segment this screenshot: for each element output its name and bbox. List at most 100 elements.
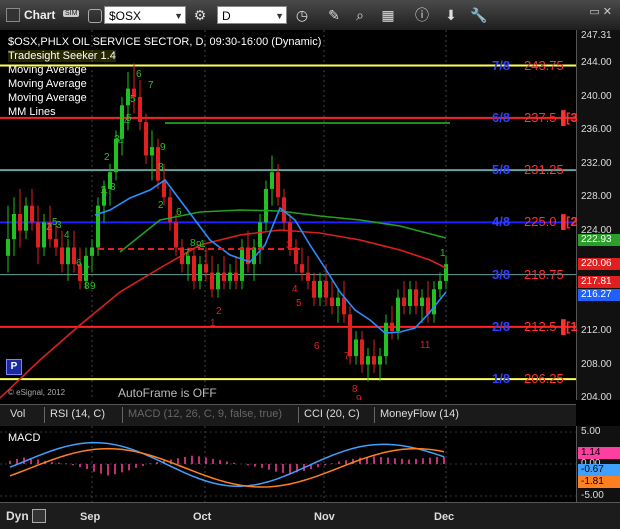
candle-body xyxy=(384,322,388,357)
price-badge: 216.27 xyxy=(578,289,620,302)
seeker-count-red: 3 xyxy=(286,240,292,251)
mm-suffix: [3 xyxy=(566,109,578,125)
candle-body xyxy=(324,280,328,298)
seeker-count-red: 1 xyxy=(210,318,216,329)
down-arrow-icon[interactable]: ⬇ xyxy=(443,7,459,23)
mm-value: 225.0▐ xyxy=(524,214,566,230)
candle-body xyxy=(390,322,394,332)
candle-body xyxy=(342,297,346,315)
copyright-text: © eSignal, 2012 xyxy=(8,388,66,397)
info-icon[interactable]: ⓘ xyxy=(414,7,430,23)
macd-label: MACD xyxy=(8,432,41,444)
time-axis-bar: Dyn Sep Oct Nov Dec xyxy=(0,502,620,529)
clock-icon[interactable]: ◷ xyxy=(294,7,310,23)
dyn-label[interactable]: Dyn xyxy=(6,509,29,523)
seeker-count-green: 7 xyxy=(84,265,90,276)
macd-panel[interactable] xyxy=(0,426,576,502)
sim-badge: SIM xyxy=(63,10,80,17)
seeker-count-green: 6 xyxy=(136,69,142,80)
p-marker: P xyxy=(6,359,22,375)
study-tab-bar: Vol RSI (14, C) MACD (12, 26, C, 9, false,… xyxy=(0,404,576,427)
tab-cci[interactable]: CCI (20, C) xyxy=(304,408,360,420)
chevron-down-icon[interactable]: ▼ xyxy=(174,7,183,25)
candle-body xyxy=(348,314,352,357)
seeker-count-green: 4 xyxy=(124,116,130,127)
draw-icon[interactable]: ✎ xyxy=(326,7,342,23)
study-label: Moving Average xyxy=(8,78,87,90)
mm-value: 243.75 xyxy=(524,57,564,73)
price-tick: 240.00 xyxy=(581,90,612,102)
candle-body xyxy=(264,188,268,223)
macd-chart[interactable] xyxy=(0,426,576,502)
candle-body xyxy=(60,247,64,265)
chart-toolbar: Chart SIM $OSX ▼ ⚙ D ▼ ◷ ✎ ⌕ ▦ ⓘ ⬇ 🔧 ▭ ✕ xyxy=(0,0,620,31)
mm-suffix: [2 xyxy=(566,214,578,230)
candle-body xyxy=(198,264,202,281)
candle-body xyxy=(18,214,22,231)
symbol-input[interactable]: $OSX ▼ xyxy=(104,6,186,24)
macd-signal-line xyxy=(9,447,445,488)
macd-tick: 5.00 xyxy=(581,426,601,437)
mm-label: 1/8 xyxy=(492,371,511,387)
window-controls: ▭ ✕ xyxy=(589,6,612,18)
tab-moneyflow[interactable]: MoneyFlow (14) xyxy=(380,408,459,420)
study-label: Tradesight Seeker 1.4 xyxy=(8,50,116,62)
chevron-down-icon[interactable]: ▼ xyxy=(275,7,284,25)
candle-body xyxy=(210,272,214,290)
mm-label: 4/8 xyxy=(492,214,511,230)
time-axis-label: Sep xyxy=(80,511,101,523)
tab-divider xyxy=(298,407,299,423)
seeker-count-green: 6 xyxy=(176,207,182,218)
grid-icon[interactable]: ▦ xyxy=(380,7,396,23)
candle-body xyxy=(222,272,226,281)
magnet-icon[interactable] xyxy=(32,509,46,523)
candle-body xyxy=(228,272,232,281)
candle-body xyxy=(66,247,70,265)
study-label: Moving Average xyxy=(8,92,87,104)
mm-label: 6/8 xyxy=(492,109,511,125)
study-label: MM Lines xyxy=(8,106,56,118)
moving-average-blue xyxy=(94,178,447,334)
mm-value: 212.5▐ xyxy=(524,318,566,334)
settings-icon[interactable]: ⚙ xyxy=(192,7,208,23)
candle-body xyxy=(24,205,28,231)
tab-vol[interactable]: Vol xyxy=(10,408,25,420)
interval-input[interactable]: D ▼ xyxy=(217,6,287,24)
candle-body xyxy=(174,222,178,248)
candle-body xyxy=(408,289,412,306)
mm-value: 206.25 xyxy=(524,371,564,387)
candle-body xyxy=(204,264,208,273)
tab-divider xyxy=(44,407,45,423)
candle-body xyxy=(420,297,424,306)
candle-body xyxy=(414,289,418,306)
wrench-icon[interactable]: 🔧 xyxy=(470,7,487,23)
zoom-icon[interactable]: ⌕ xyxy=(352,7,368,23)
candle-body xyxy=(150,147,154,156)
tab-macd[interactable]: MACD (12, 26, C, 9, false, true) xyxy=(128,408,282,420)
seeker-count-green: 4 xyxy=(64,230,70,241)
candle-body xyxy=(318,280,322,298)
seeker-count-green: 5 xyxy=(52,217,58,228)
link-icon[interactable] xyxy=(88,9,102,23)
mm-label: 7/8 xyxy=(492,57,511,73)
candle-body xyxy=(276,172,280,198)
seeker-count-red: 5 xyxy=(296,298,302,309)
candle-body xyxy=(240,247,244,281)
tab-rsi[interactable]: RSI (14, C) xyxy=(50,408,105,420)
autoframe-status: AutoFrame is OFF xyxy=(118,386,217,400)
candle-body xyxy=(162,180,166,198)
price-tick: 244.00 xyxy=(581,57,612,69)
seeker-count-green: 2 xyxy=(158,200,164,211)
study-label: Moving Average xyxy=(8,64,87,76)
candle-body xyxy=(432,289,436,315)
tab-divider xyxy=(122,407,123,423)
seeker-count-green: 9 xyxy=(90,281,96,292)
chart-window-icon xyxy=(6,8,20,22)
candle-body xyxy=(6,239,10,256)
candle-body xyxy=(312,280,316,298)
candle-body xyxy=(138,96,142,122)
candle-body xyxy=(216,272,220,290)
price-tick: 232.00 xyxy=(581,157,612,169)
price-tick: 212.00 xyxy=(581,325,612,337)
seeker-count-green: 5 xyxy=(130,94,136,105)
